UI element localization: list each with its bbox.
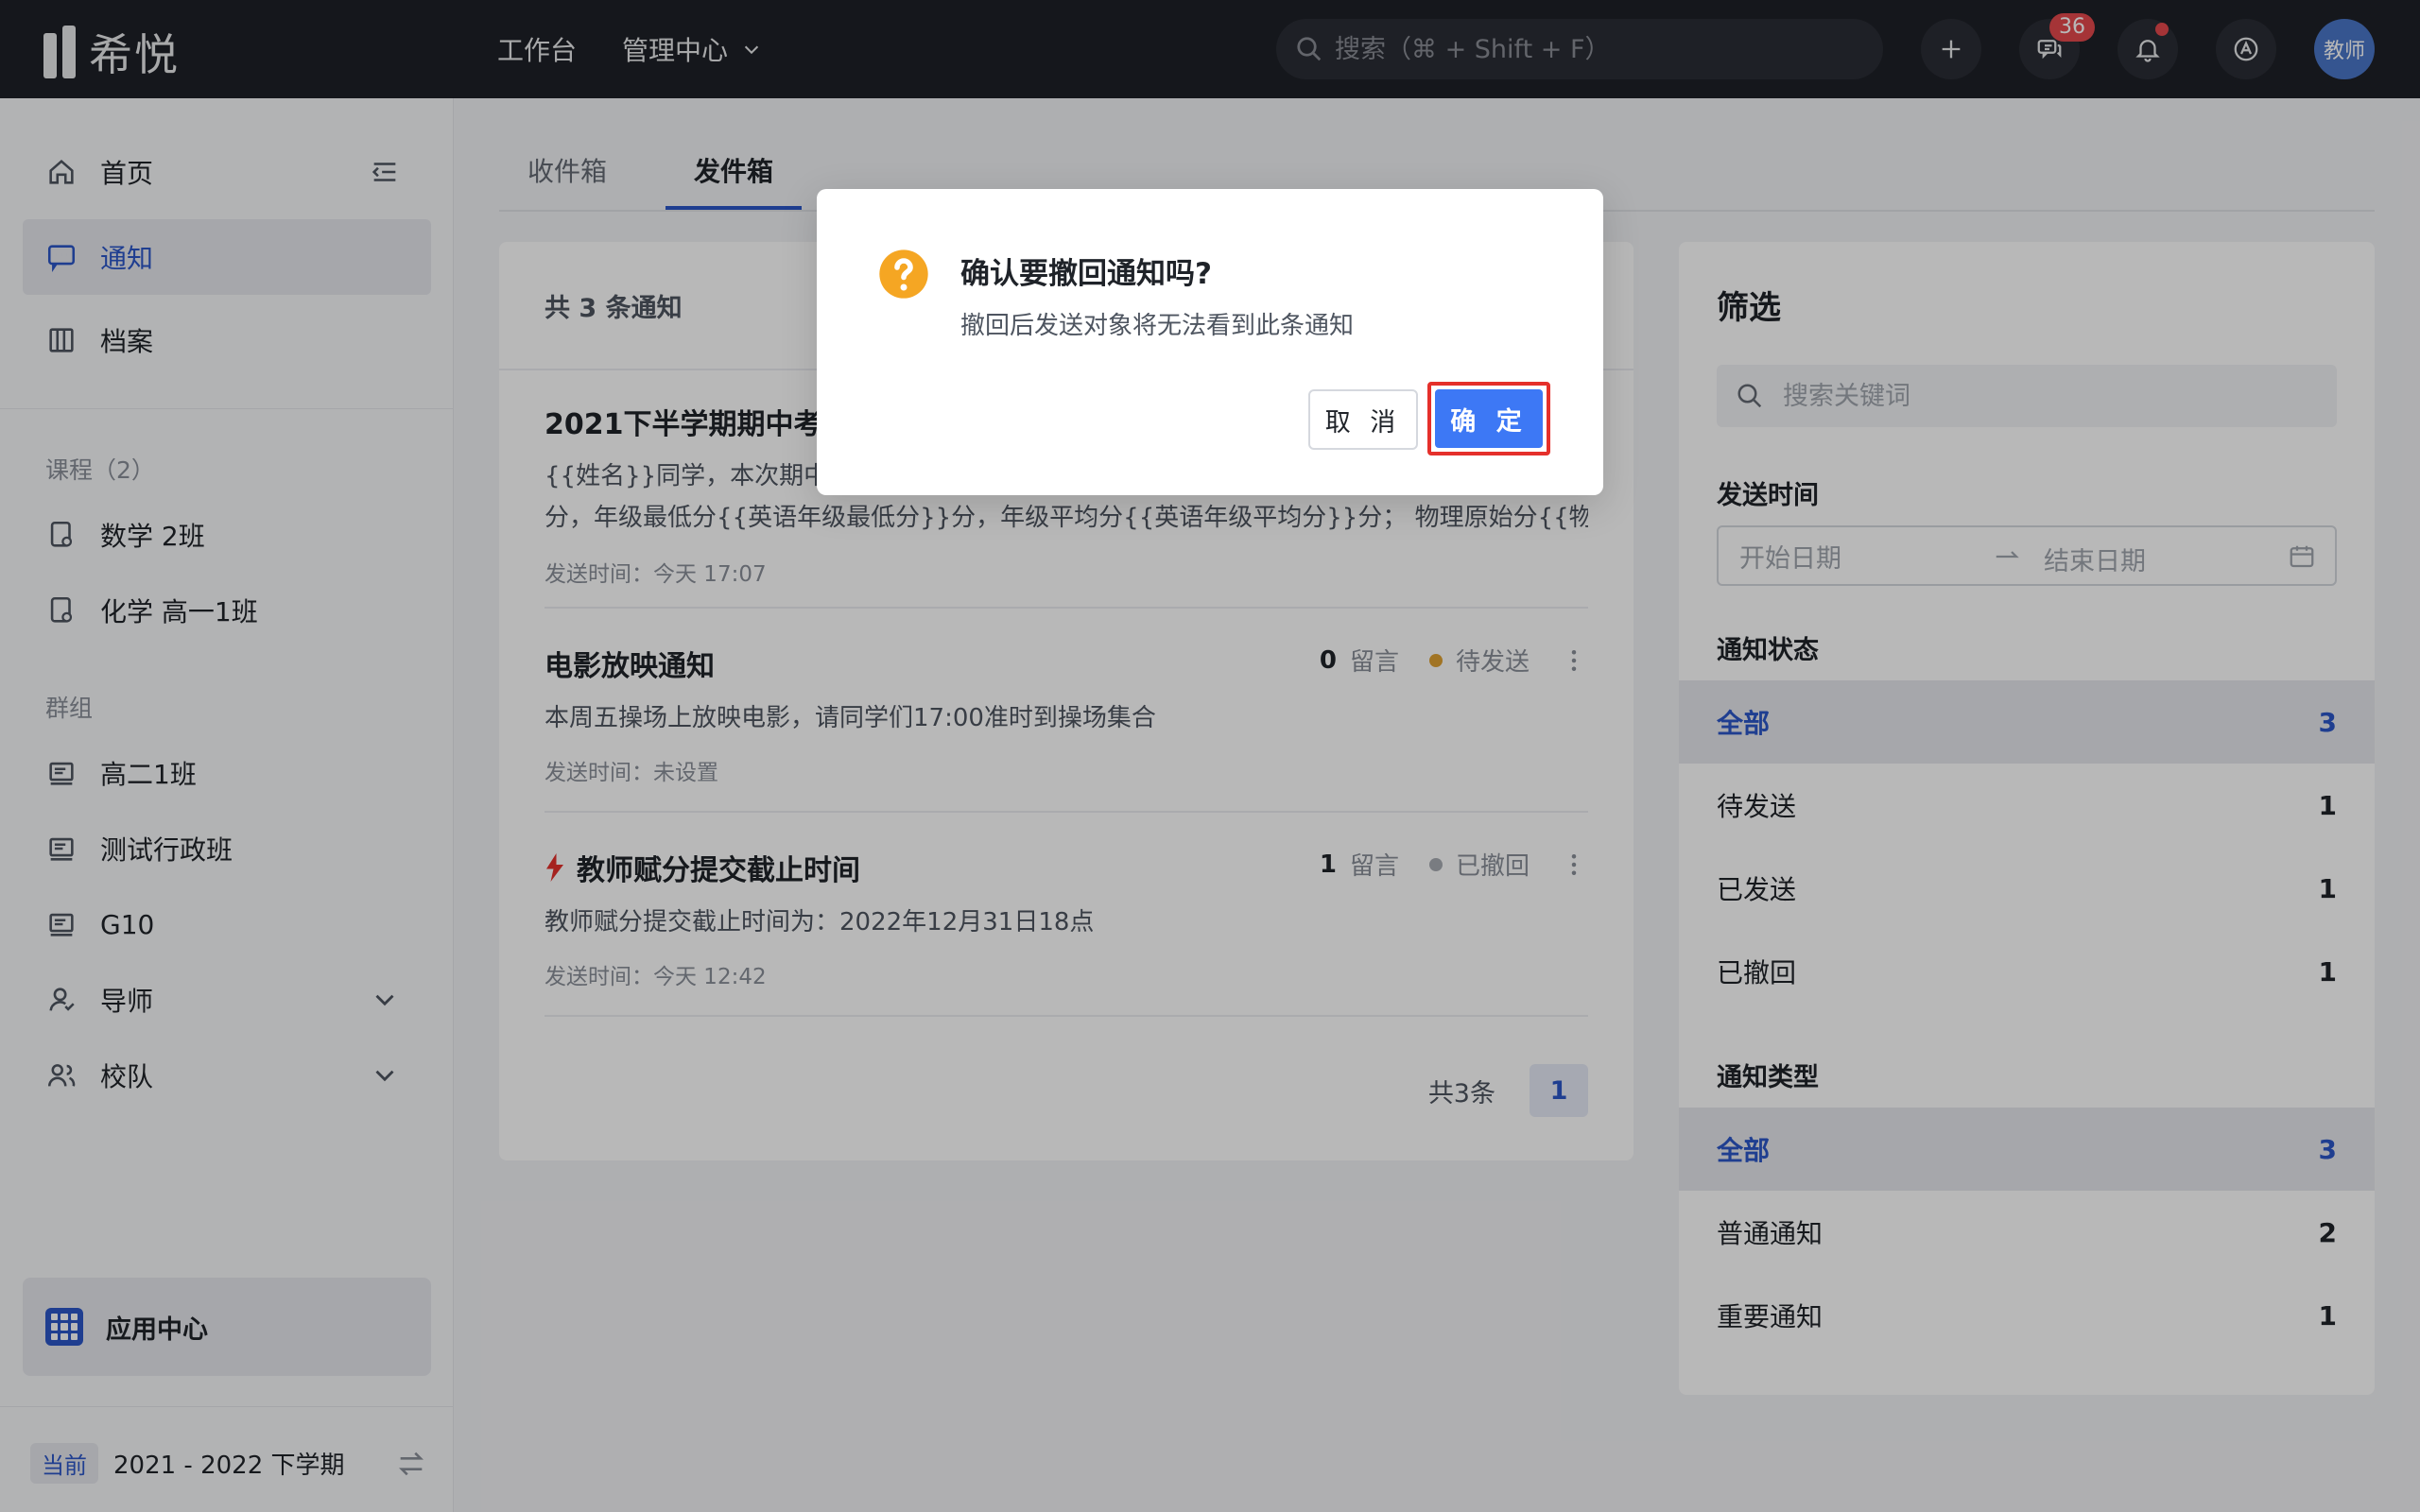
dialog-description: 撤回后发送对象将无法看到此条通知 — [960, 312, 1355, 340]
confirm-dialog: 确认要撤回通知吗? 撤回后发送对象将无法看到此条通知 取 消 确 定 — [817, 189, 1603, 495]
confirm-button[interactable]: 确 定 — [1435, 389, 1543, 448]
dialog-title: 确认要撤回通知吗? — [960, 257, 1212, 291]
confirm-button-highlight: 确 定 — [1427, 382, 1550, 455]
question-icon — [879, 249, 928, 299]
cancel-button[interactable]: 取 消 — [1308, 389, 1418, 450]
